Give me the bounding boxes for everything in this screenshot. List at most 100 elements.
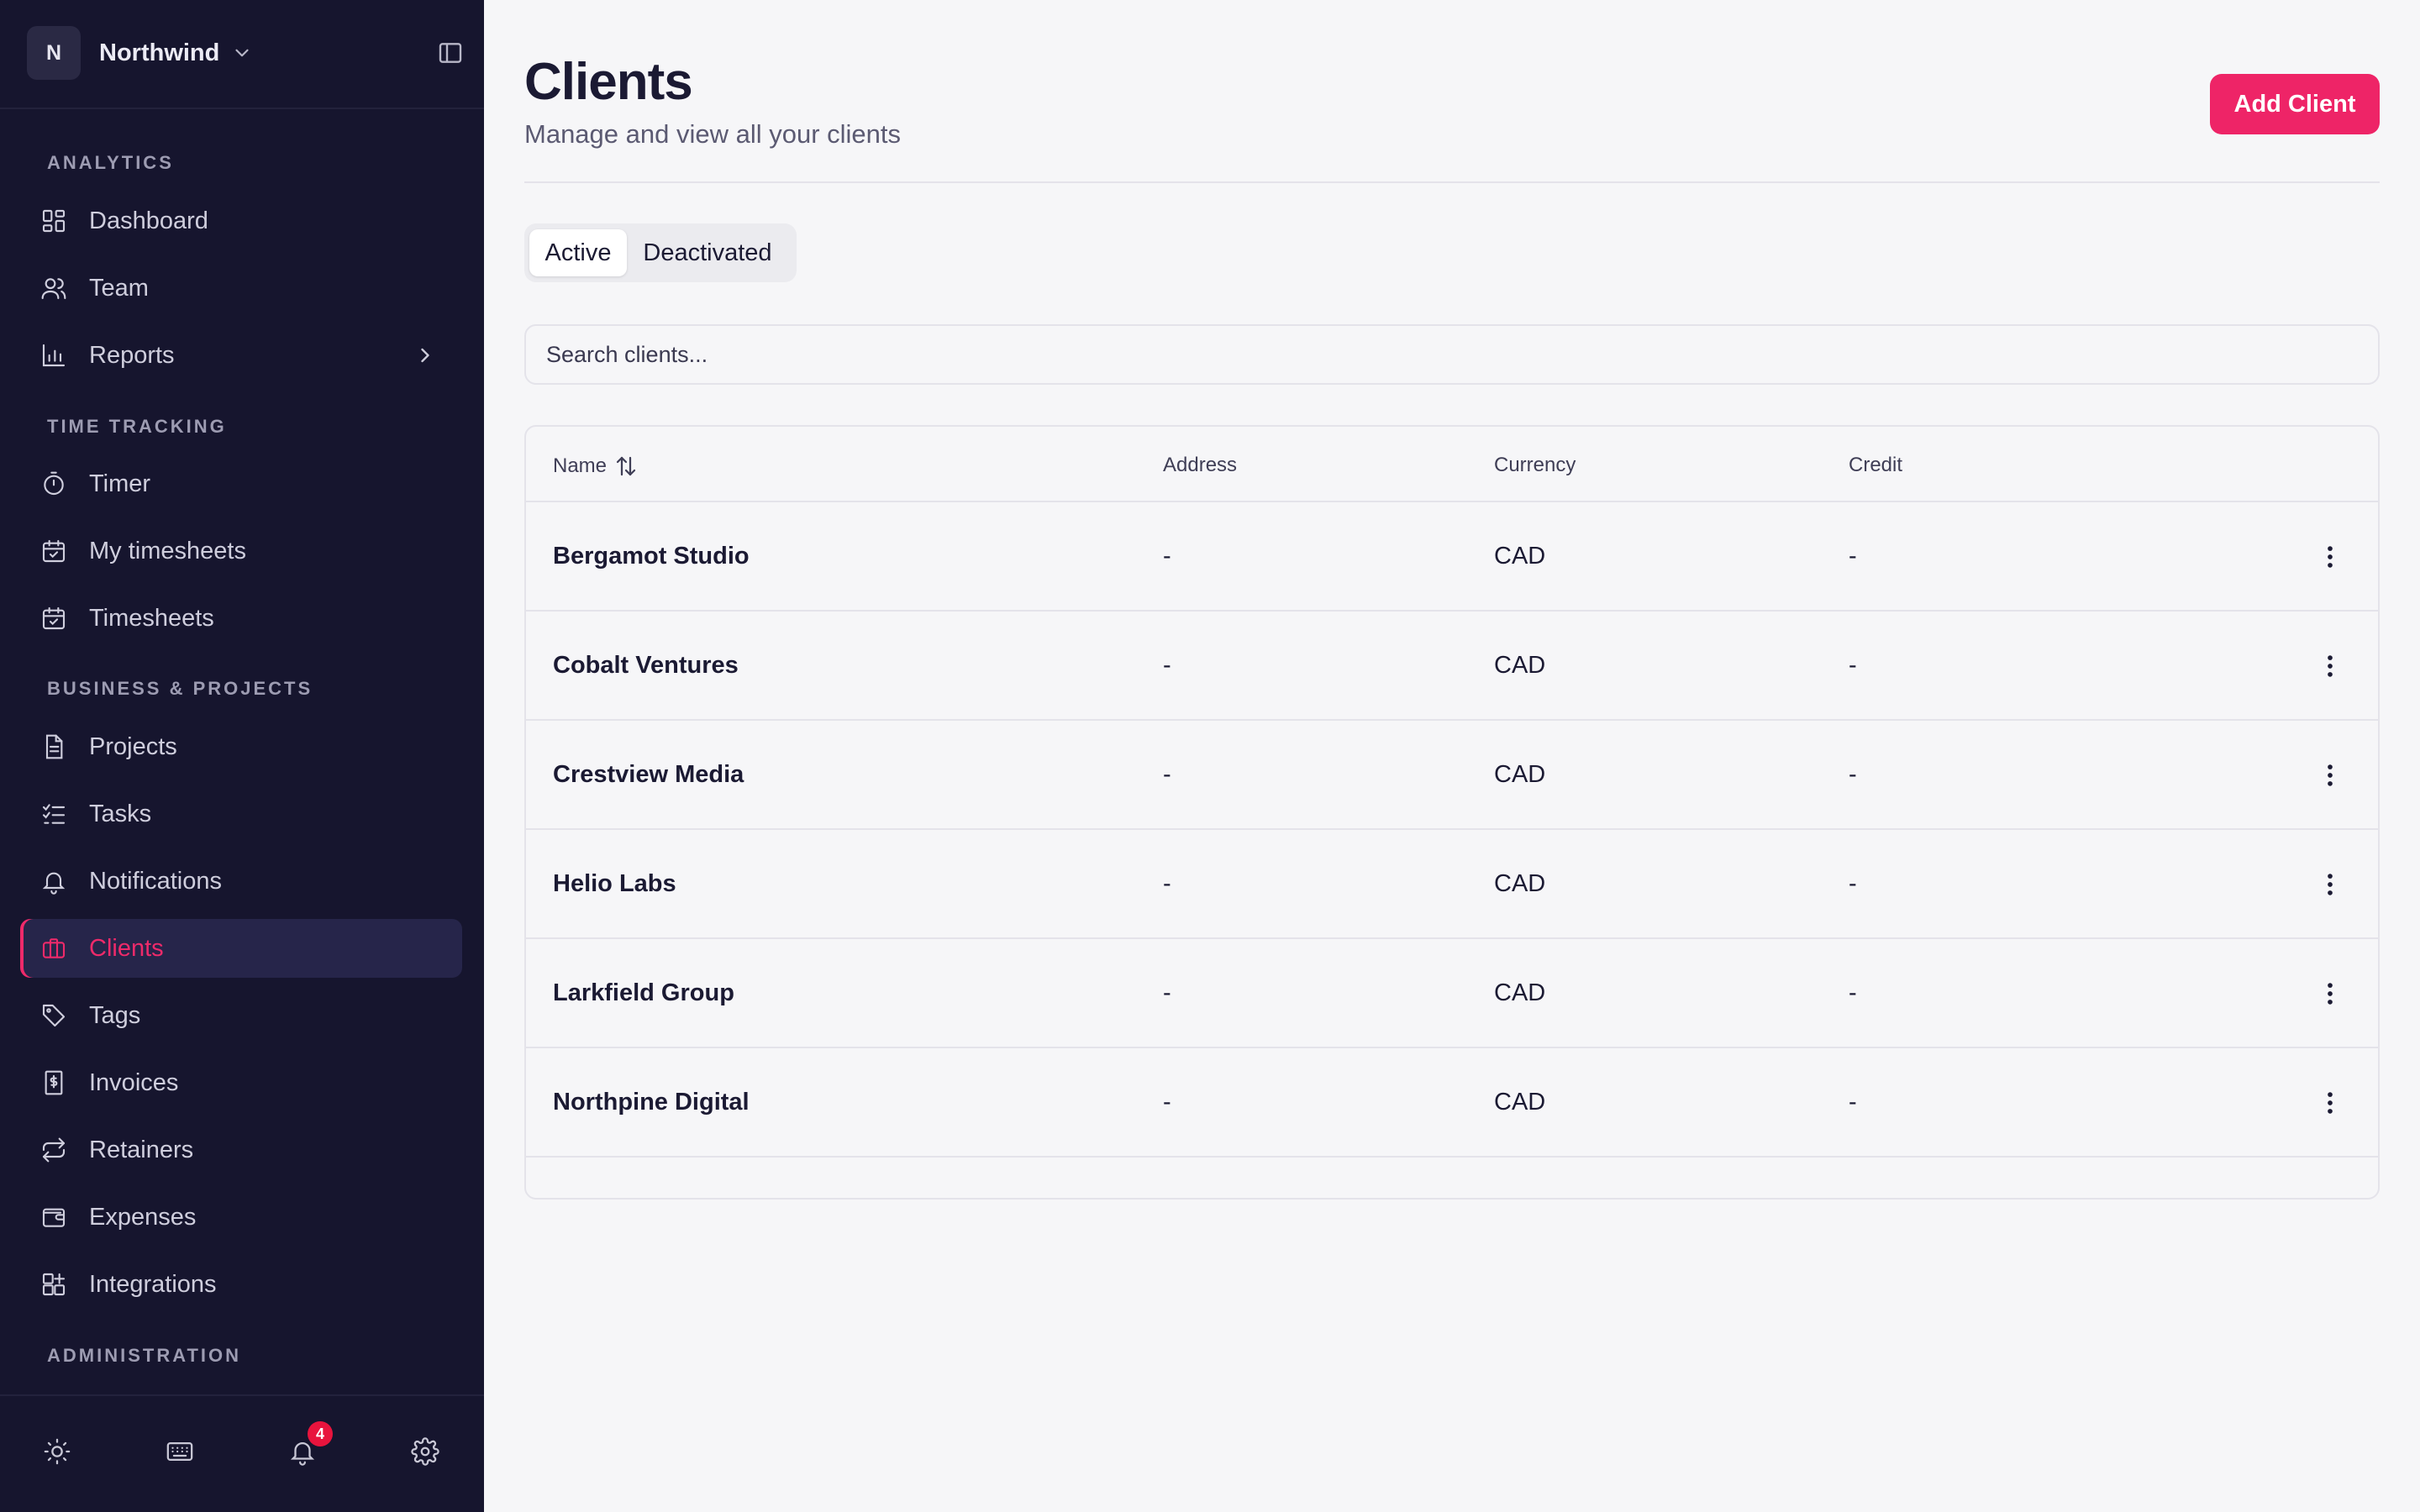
column-header-label: Name xyxy=(553,454,608,477)
clients-table: Name Address Currency Credit Bergamot St… xyxy=(524,425,2380,1200)
sidebar-item-label: Clients xyxy=(89,934,164,962)
more-vertical-icon[interactable] xyxy=(2316,761,2344,790)
sidebar-item-label: Retainers xyxy=(89,1136,194,1163)
sidebar-item-notifications[interactable]: Notifications xyxy=(20,852,462,911)
client-name[interactable]: Crestview Media xyxy=(553,761,744,789)
sidebar-item-team[interactable]: Team xyxy=(20,259,462,318)
sidebar: N Northwind ANALYTICS Dashboard Team Rep… xyxy=(0,0,484,1512)
page-subtitle: Manage and view all your clients xyxy=(524,119,902,149)
sidebar-item-tasks[interactable]: Tasks xyxy=(20,785,462,843)
sidebar-item-clients[interactable]: Clients xyxy=(20,919,462,978)
table-row[interactable]: Cobalt Ventures - CAD - xyxy=(526,612,2378,721)
client-name[interactable]: Helio Labs xyxy=(553,870,676,898)
client-credit: - xyxy=(1849,652,1857,679)
sidebar-item-label: Tasks xyxy=(89,800,152,827)
sidebar-item-tags[interactable]: Tags xyxy=(20,986,462,1045)
sidebar-item-label: Notifications xyxy=(89,867,222,895)
client-address: - xyxy=(1163,1089,1171,1116)
table-row[interactable]: Crestview Media - CAD - xyxy=(526,721,2378,830)
page-title: Clients xyxy=(524,53,693,111)
sidebar-item-integrations[interactable]: Integrations xyxy=(20,1255,462,1314)
dashboard-icon xyxy=(42,209,66,233)
sidebar-item-label: Team xyxy=(89,274,149,302)
client-name[interactable]: Northpine Digital xyxy=(553,1089,750,1116)
sidebar-toggle-icon[interactable] xyxy=(437,39,464,66)
sidebar-item-label: My timesheets xyxy=(89,537,246,564)
grid-plus-icon xyxy=(42,1273,66,1296)
briefcase-icon xyxy=(42,938,66,958)
section-title-administration: ADMINISTRATION xyxy=(47,1345,242,1366)
sidebar-item-expenses[interactable]: Expenses xyxy=(20,1188,462,1247)
add-client-button[interactable]: Add Client xyxy=(2210,74,2380,134)
sidebar-item-label: Projects xyxy=(89,732,177,760)
client-currency: CAD xyxy=(1494,543,1546,570)
more-vertical-icon[interactable] xyxy=(2316,543,2344,571)
workspace-avatar: N xyxy=(27,26,81,80)
sidebar-item-retainers[interactable]: Retainers xyxy=(20,1121,462,1179)
client-name[interactable]: Cobalt Ventures xyxy=(553,652,739,680)
table-row[interactable]: Helio Labs - CAD - xyxy=(526,830,2378,939)
tab-active[interactable]: Active xyxy=(529,229,627,276)
client-credit: - xyxy=(1849,1089,1857,1116)
sort-icon xyxy=(616,456,636,476)
client-credit: - xyxy=(1849,761,1857,788)
header-divider xyxy=(524,181,2380,183)
sun-icon xyxy=(44,1438,71,1465)
table-row[interactable]: Bergamot Studio - CAD - xyxy=(526,502,2378,612)
document-icon xyxy=(45,734,63,759)
sidebar-item-label: Tags xyxy=(89,1001,141,1029)
client-credit: - xyxy=(1849,870,1857,897)
section-title-business-projects: BUSINESS & PROJECTS xyxy=(47,678,313,699)
settings-button[interactable] xyxy=(408,1435,442,1468)
more-vertical-icon[interactable] xyxy=(2316,652,2344,680)
sidebar-item-reports[interactable]: Reports xyxy=(20,326,462,385)
column-header-credit: Credit xyxy=(1849,454,1903,476)
table-row[interactable]: Northpine Digital - CAD - xyxy=(526,1048,2378,1158)
main-content: Clients Manage and view all your clients… xyxy=(484,0,2420,1512)
section-title-analytics: ANALYTICS xyxy=(47,152,174,173)
notifications-button[interactable]: 4 xyxy=(286,1421,333,1468)
sidebar-item-dashboard[interactable]: Dashboard xyxy=(20,192,462,250)
sidebar-item-my-timesheets[interactable]: My timesheets xyxy=(20,522,462,580)
calendar-check-icon xyxy=(42,539,66,563)
table-header: Name Address Currency Credit xyxy=(526,427,2378,502)
client-credit: - xyxy=(1849,979,1857,1006)
status-tabs: Active Deactivated xyxy=(524,223,797,282)
sidebar-divider xyxy=(0,108,484,109)
column-header-address: Address xyxy=(1163,454,1238,476)
client-name[interactable]: Larkfield Group xyxy=(553,979,734,1007)
sidebar-item-timer[interactable]: Timer xyxy=(20,454,462,513)
sidebar-item-invoices[interactable]: Invoices xyxy=(20,1053,462,1112)
checklist-icon xyxy=(42,804,66,824)
sidebar-item-timesheets[interactable]: Timesheets xyxy=(20,589,462,648)
sidebar-item-label: Expenses xyxy=(89,1203,197,1231)
workspace-switcher[interactable]: N Northwind xyxy=(27,25,464,81)
client-name[interactable]: Bergamot Studio xyxy=(553,543,750,570)
more-vertical-icon[interactable] xyxy=(2316,870,2344,899)
more-vertical-icon[interactable] xyxy=(2316,1089,2344,1117)
client-credit: - xyxy=(1849,543,1857,570)
search-input[interactable] xyxy=(524,324,2380,385)
theme-toggle-button[interactable] xyxy=(40,1435,74,1468)
wallet-icon xyxy=(42,1208,66,1227)
sidebar-item-label: Dashboard xyxy=(89,207,208,234)
more-vertical-icon[interactable] xyxy=(2316,979,2344,1008)
keyboard-icon xyxy=(166,1441,193,1462)
client-address: - xyxy=(1163,870,1171,897)
column-header-name[interactable]: Name xyxy=(553,454,639,479)
client-currency: CAD xyxy=(1494,1089,1546,1116)
chevron-right-icon xyxy=(421,348,429,363)
client-address: - xyxy=(1163,543,1171,570)
client-currency: CAD xyxy=(1494,979,1546,1006)
client-currency: CAD xyxy=(1494,870,1546,897)
keyboard-shortcuts-button[interactable] xyxy=(163,1435,197,1468)
sidebar-item-projects[interactable]: Projects xyxy=(20,717,462,776)
client-address: - xyxy=(1163,652,1171,679)
sidebar-item-label: Timer xyxy=(89,470,151,497)
table-row[interactable]: Larkfield Group - CAD - xyxy=(526,939,2378,1048)
chevron-down-icon xyxy=(235,49,249,57)
tab-deactivated[interactable]: Deactivated xyxy=(632,229,783,276)
column-header-currency: Currency xyxy=(1494,454,1576,476)
gear-icon xyxy=(411,1437,439,1466)
calendar-check-icon xyxy=(42,606,66,630)
